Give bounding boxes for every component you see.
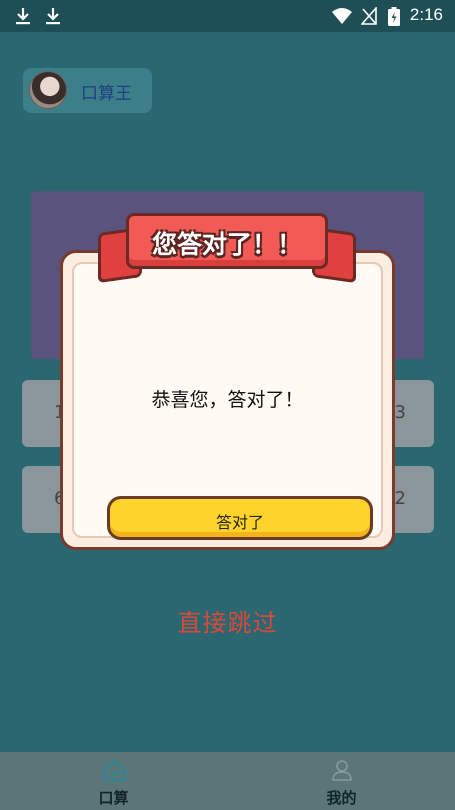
dialog-title: 您答对了！！ <box>151 230 302 259</box>
result-dialog: 恭喜您，答对了！ 答对了 <box>60 250 395 550</box>
dialog-panel: 恭喜您，答对了！ 答对了 <box>72 262 383 540</box>
confirm-button[interactable]: 答对了 <box>107 496 373 540</box>
dialog-message: 恭喜您，答对了！ <box>151 389 304 411</box>
dialog-title-ribbon: 您答对了！！ <box>126 213 328 269</box>
confirm-button-label: 答对了 <box>215 513 264 532</box>
